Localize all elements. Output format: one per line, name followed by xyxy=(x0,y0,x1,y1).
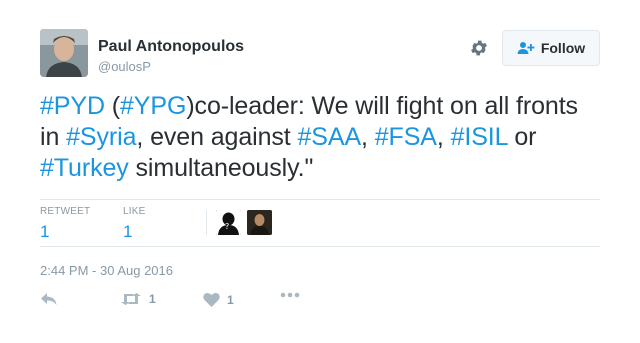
tweet-text-segment: , xyxy=(436,123,451,151)
reply-button[interactable] xyxy=(40,292,58,306)
hashtag-link[interactable]: #FSA xyxy=(375,123,437,151)
tweet-text-segment: , xyxy=(361,123,375,151)
hashtag-link[interactable]: #SAA xyxy=(298,123,362,151)
more-button[interactable] xyxy=(280,292,300,298)
liker-avatar[interactable]: ? xyxy=(216,210,241,235)
author-handle[interactable]: @oulosP xyxy=(98,59,151,75)
retweet-action-count: 1 xyxy=(149,292,156,306)
follow-button-label: Follow xyxy=(540,40,586,56)
retweet-stat[interactable]: RETWEET 1 xyxy=(40,206,90,242)
more-icon xyxy=(280,292,300,298)
tweet-text-segment: simultaneously." xyxy=(128,154,314,182)
hashtag-link[interactable]: #ISIL xyxy=(451,123,508,151)
tweet-text-segment: ( xyxy=(104,92,120,120)
retweet-icon xyxy=(121,293,141,305)
gear-icon[interactable] xyxy=(468,37,490,59)
tweet-text-segment: , even against xyxy=(136,123,298,151)
reply-icon xyxy=(41,293,57,305)
stat-divider xyxy=(206,210,207,235)
like-action-count: 1 xyxy=(227,292,234,307)
like-stat-label: LIKE xyxy=(123,206,146,217)
like-stat-count[interactable]: 1 xyxy=(123,222,145,242)
liker-avatar[interactable] xyxy=(247,210,272,235)
hashtag-link[interactable]: #YPG xyxy=(120,92,186,120)
author-avatar[interactable] xyxy=(40,29,88,77)
svg-text:?: ? xyxy=(225,222,229,231)
retweet-stat-label: RETWEET xyxy=(40,206,91,217)
retweet-button[interactable]: 1 xyxy=(120,292,156,306)
divider xyxy=(40,246,600,247)
tweet-text: #PYD (#YPG)co-leader: We will fight on a… xyxy=(40,91,600,184)
divider xyxy=(40,199,600,200)
hashtag-link[interactable]: #Turkey xyxy=(40,154,129,182)
hashtag-link[interactable]: #Syria xyxy=(66,123,136,151)
like-stat[interactable]: LIKE 1 xyxy=(123,206,145,242)
tweet-text-segment: or xyxy=(507,123,537,151)
follow-person-icon xyxy=(517,42,535,54)
author-name[interactable]: Paul Antonopoulos xyxy=(98,38,244,56)
hashtag-link[interactable]: #PYD xyxy=(40,92,105,120)
liker-avatars: ? xyxy=(216,210,272,235)
like-button[interactable]: 1 xyxy=(203,292,234,307)
tweet-timestamp[interactable]: 2:44 PM - 30 Aug 2016 xyxy=(40,263,173,279)
follow-button[interactable]: Follow xyxy=(502,30,600,66)
retweet-stat-count[interactable]: 1 xyxy=(40,222,90,242)
heart-icon xyxy=(203,292,220,307)
